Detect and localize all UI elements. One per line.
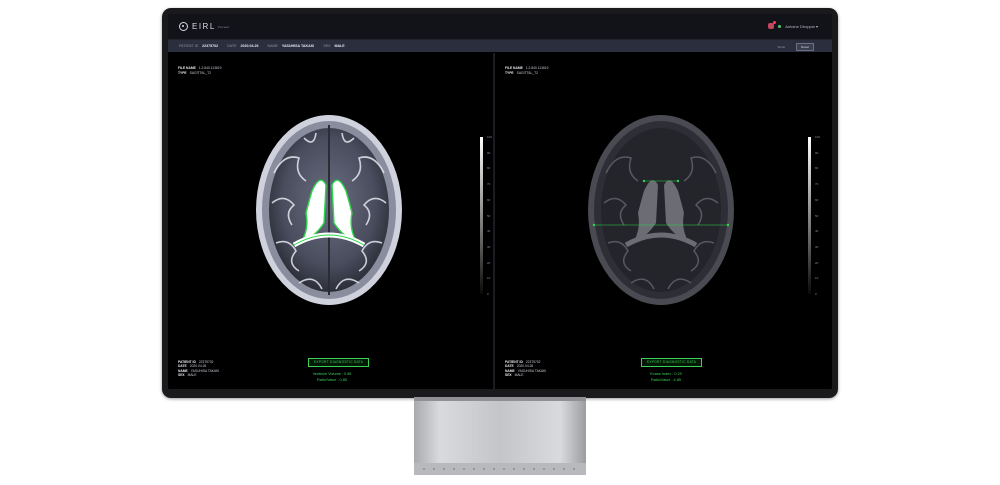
type-label: TYPE <box>505 71 514 75</box>
right-result-2: Ratio/Value : 4.85 <box>651 378 681 382</box>
scale-tick: 0 <box>815 292 817 296</box>
file-name-label: FILE NAME <box>505 66 523 70</box>
left-results: Ventricle Volume : 0.85 Ratio/Value : 0.… <box>308 371 356 383</box>
sex-value: MALE <box>514 373 524 378</box>
scale-tick: 60 <box>487 197 491 202</box>
scale-tick: 80 <box>487 166 491 171</box>
right-export-button[interactable]: EXPORT DIAGNOSTIC DATA <box>641 358 703 367</box>
reset-button[interactable]: Reset <box>796 43 814 51</box>
left-result-2: Ratio/Value : 0.85 <box>317 378 347 382</box>
patient-id-value: 22375702 <box>525 359 541 364</box>
top-bar: EIRL Viewer Antoine Dhoppin ▾ <box>168 14 832 40</box>
monitor-stand <box>414 397 586 475</box>
scale-tick: 50 <box>487 213 491 218</box>
user-name[interactable]: Antoine Dhoppin ▾ <box>785 24 818 29</box>
app-logo[interactable]: EIRL Viewer <box>179 22 230 31</box>
name-value: YASUHISA TAKAKI <box>281 44 315 48</box>
right-results: Evans Index : 0.29 Ratio/Value : 4.85 <box>642 371 690 383</box>
right-intensity-scale <box>808 137 813 294</box>
date-label: DATE <box>505 364 514 369</box>
file-name-label: FILE NAME <box>178 66 196 70</box>
right-viewer-panel[interactable]: FILE NAME 1.2.840.113619 TYPE SAGITTAL_T2 <box>495 53 832 389</box>
notification-bell-icon[interactable] <box>768 21 777 29</box>
online-status-icon <box>778 24 782 28</box>
left-viewer-panel[interactable]: FILE NAME 1.2.840.113619 TYPE SAGITTAL_T2 <box>168 53 493 389</box>
name-label: NAME <box>505 368 515 373</box>
right-patient-meta: PATIENT ID 22375702 DATE 2020.04.26 NAME YA… <box>505 360 546 378</box>
sex-label: SEX <box>178 373 185 378</box>
right-brain-mri-image[interactable] <box>586 113 736 307</box>
logo-icon <box>179 22 188 31</box>
scale-tick: 100 <box>487 135 493 139</box>
sex-label: SEX <box>323 44 331 48</box>
scale-tick: 40 <box>487 229 491 234</box>
scale-tick: 90 <box>815 150 819 155</box>
scale-tick: 10 <box>815 276 819 281</box>
monitor: EIRL Viewer Antoine Dhoppin ▾ PATIENT ID… <box>162 8 838 398</box>
left-scale-gradient <box>480 137 483 294</box>
scale-tick: 30 <box>487 244 491 249</box>
patient-id-value: 22375702 <box>202 44 219 48</box>
logo-text: EIRL <box>192 22 216 31</box>
sex-value: MALE <box>187 373 197 378</box>
mode-button[interactable]: Mode <box>773 43 791 51</box>
date-value: 2020.04.26 <box>189 364 207 369</box>
scale-tick: 100 <box>815 135 821 139</box>
scale-tick: 30 <box>815 244 819 249</box>
right-scale-gradient <box>808 137 811 294</box>
left-brain-mri-image[interactable] <box>254 113 404 307</box>
date-label: DATE <box>227 44 237 48</box>
left-patient-meta: PATIENT ID 22375702 DATE 2020.04.26 NAME YA… <box>178 360 219 378</box>
type-value: SAGITTAL_T2 <box>189 71 211 75</box>
date-label: DATE <box>178 364 187 369</box>
scale-tick: 10 <box>487 276 491 281</box>
date-value: 2020.04.26 <box>516 364 534 369</box>
patient-id-label: PATIENT ID <box>505 359 523 364</box>
scale-tick: 50 <box>815 213 819 218</box>
notification-badge <box>773 21 777 24</box>
user-menu[interactable]: Antoine Dhoppin ▾ <box>768 21 818 29</box>
left-export-button[interactable]: EXPORT DIAGNOSTIC DATA <box>308 358 370 367</box>
view-buttons: Mode Reset <box>773 43 814 51</box>
scale-tick: 40 <box>815 229 819 234</box>
file-name-value: 1.2.840.113619 <box>198 66 222 70</box>
left-file-meta: FILE NAME 1.2.840.113619 TYPE SAGITTAL_T2 <box>178 66 221 76</box>
patient-id-label: PATIENT ID <box>179 44 199 48</box>
scale-tick: 80 <box>815 166 819 171</box>
type-label: TYPE <box>178 71 187 75</box>
name-label: NAME <box>178 368 188 373</box>
logo-subtext: Viewer <box>217 24 230 29</box>
sex-label: SEX <box>505 373 512 378</box>
date-value: 2020.04.26 <box>240 44 259 48</box>
sex-value: MALE <box>334 44 345 48</box>
name-value: YASUHISA TAKAKI <box>190 368 220 373</box>
scale-tick: 20 <box>487 260 491 265</box>
scale-tick: 70 <box>487 182 491 187</box>
file-name-value: 1.2.840.113619 <box>525 66 549 70</box>
patient-info-bar: PATIENT ID 22375702 DATE 2020.04.26 NAME… <box>168 40 832 52</box>
right-file-meta: FILE NAME 1.2.840.113619 TYPE SAGITTAL_T2 <box>505 66 548 76</box>
scale-tick: 0 <box>487 292 489 296</box>
scale-tick: 60 <box>815 197 819 202</box>
name-value: YASUHISA TAKAKI <box>517 368 547 373</box>
patient-id-label: PATIENT ID <box>178 359 196 364</box>
left-intensity-scale <box>480 137 485 294</box>
name-label: NAME <box>267 44 278 48</box>
type-value: SAGITTAL_T2 <box>516 71 538 75</box>
patient-id-value: 22375702 <box>198 359 214 364</box>
scale-tick: 20 <box>815 260 819 265</box>
scale-tick: 70 <box>815 182 819 187</box>
screen: EIRL Viewer Antoine Dhoppin ▾ PATIENT ID… <box>168 14 832 389</box>
scale-tick: 90 <box>487 150 491 155</box>
